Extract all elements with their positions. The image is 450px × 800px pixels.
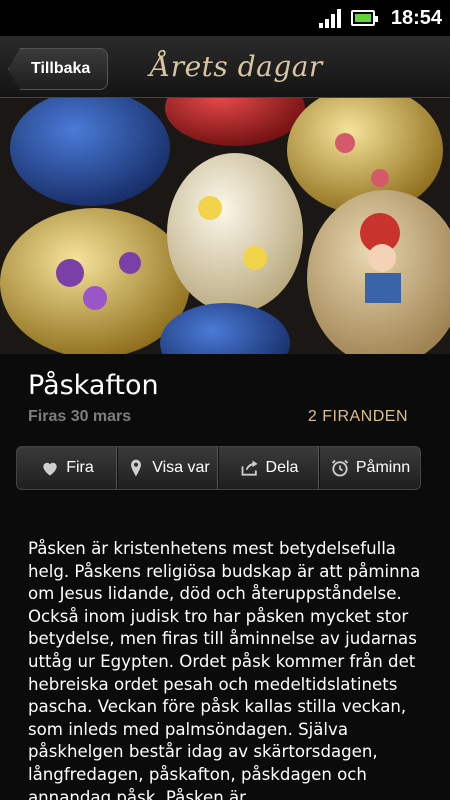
show-location-button[interactable]: Visa var bbox=[118, 447, 219, 489]
event-date: Firas 30 mars bbox=[28, 408, 132, 425]
location-pin-icon bbox=[131, 459, 142, 477]
hero-image bbox=[0, 98, 450, 354]
remind-button[interactable]: Påminn bbox=[320, 447, 420, 489]
heart-icon bbox=[43, 462, 57, 476]
share-button[interactable]: Dela bbox=[219, 447, 320, 489]
celebrate-label: Fira bbox=[66, 459, 94, 476]
app-header: Tillbaka Årets dagar bbox=[0, 36, 450, 98]
battery-icon bbox=[350, 10, 378, 26]
share-icon bbox=[241, 460, 258, 476]
remind-label: Påminn bbox=[355, 459, 411, 476]
app-logo: Årets dagar bbox=[150, 50, 323, 83]
show-location-label: Visa var bbox=[152, 459, 210, 476]
status-time: 18:54 bbox=[390, 6, 442, 29]
share-label: Dela bbox=[265, 459, 299, 476]
alarm-clock-icon bbox=[331, 459, 349, 477]
status-bar: 18:54 bbox=[0, 0, 450, 36]
event-description: Påsken är kristenhetens mest betydelsefu… bbox=[28, 539, 421, 800]
back-button[interactable]: Tillbaka bbox=[8, 48, 108, 90]
celebrate-button[interactable]: Fira bbox=[17, 447, 118, 489]
signal-icon bbox=[318, 8, 341, 28]
event-title: Påskafton bbox=[28, 370, 159, 401]
action-bar: Fira Visa var Dela Påminn bbox=[16, 446, 421, 490]
celebrators-count[interactable]: 2 FIRANDEN bbox=[308, 408, 408, 426]
